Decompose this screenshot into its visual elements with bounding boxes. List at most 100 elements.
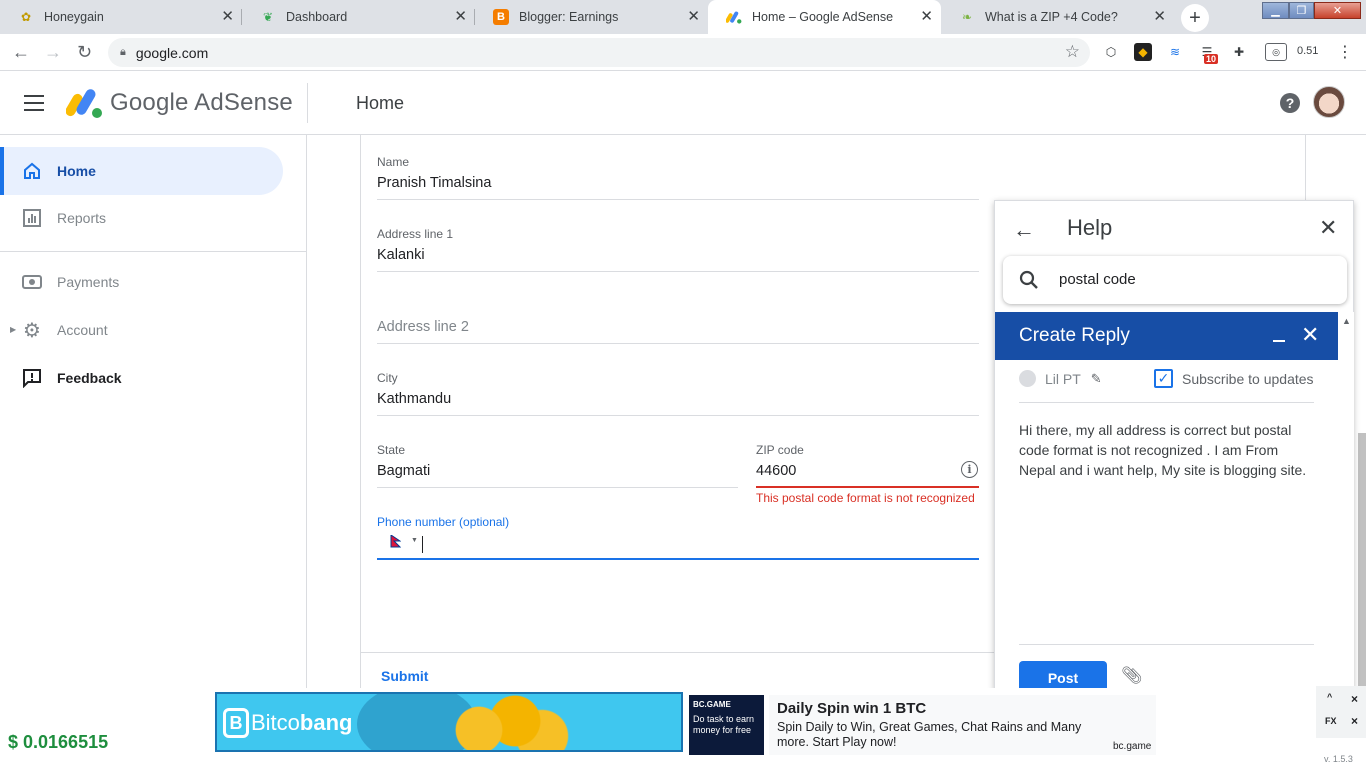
field-label: ZIP code [756, 443, 804, 457]
minimize-icon[interactable] [1273, 340, 1285, 342]
close-tab-icon[interactable]: ✕ [221, 9, 234, 25]
honeygain-extension-icon[interactable]: ◆ [1134, 43, 1152, 61]
menu-icon[interactable] [24, 95, 44, 111]
sidebar-item-label: Account [57, 322, 108, 338]
bitcobang-banner-ad[interactable]: B Bitcobang [215, 692, 683, 752]
tab-dashboard[interactable]: ❦ Dashboard ✕ [242, 0, 475, 34]
close-tab-icon[interactable]: ✕ [920, 9, 933, 25]
sidebar-item-label: Reports [57, 210, 107, 226]
tab-zip-code[interactable]: ❧ What is a ZIP +4 Code? ✕ [941, 0, 1174, 34]
state-field[interactable]: State Bagmati [377, 443, 738, 488]
submit-button[interactable]: Submit [381, 668, 428, 684]
reload-icon[interactable]: ↻ [77, 42, 92, 62]
ad-collapse-button[interactable]: ^ [1327, 692, 1332, 702]
pencil-icon[interactable]: ✎ [1091, 371, 1102, 387]
extension-badge: 10 [1204, 54, 1219, 64]
page-scrollbar[interactable] [1358, 433, 1366, 688]
nepal-flag-icon[interactable] [390, 535, 401, 548]
info-icon[interactable]: i [961, 461, 978, 478]
adsense-icon [726, 9, 742, 25]
wallet-extension-icon[interactable]: ◎ [1265, 43, 1287, 61]
ad-bar: $ 0.0166515 B Bitcobang BC.GAME Do task … [0, 688, 1366, 768]
page-title: Home [356, 93, 405, 113]
puzzle-extension-icon[interactable]: ✚ [1230, 43, 1248, 61]
banner-brand: Bitcobang [251, 710, 353, 735]
address-line1-field[interactable]: Address line 1 Kalanki [377, 227, 979, 272]
help-icon[interactable]: ? [1280, 93, 1300, 113]
more-menu-icon[interactable]: ⋮ [1336, 43, 1354, 61]
close-tab-icon[interactable]: ✕ [687, 9, 700, 25]
earnings-balance: $ 0.0166515 [8, 732, 109, 752]
bitcobang-logo-icon: B [223, 708, 249, 738]
create-reply-panel: Create Reply ✕ Lil PT ✎ ✓ Subscribe to u… [995, 312, 1338, 695]
close-icon[interactable]: ✕ [1301, 322, 1319, 348]
adsense-logo-icon [66, 89, 102, 118]
close-tab-icon[interactable]: ✕ [1153, 9, 1166, 25]
close-tab-icon[interactable]: ✕ [454, 9, 467, 25]
avatar[interactable] [1313, 86, 1345, 118]
subscribe-checkbox[interactable]: ✓ [1154, 369, 1173, 388]
user-name: Lil PT [1045, 370, 1081, 387]
back-arrow-icon[interactable]: ← [12, 42, 30, 62]
sidebar-item-payments[interactable]: Payments [0, 258, 283, 306]
new-tab-button[interactable]: + [1181, 4, 1209, 32]
ad-description: Spin Daily to Win, Great Games, Chat Rai… [777, 720, 1082, 749]
reply-textarea[interactable]: Hi there, my all address is correct but … [1019, 420, 1315, 480]
tab-title: Dashboard [286, 10, 348, 24]
sidebar-item-reports[interactable]: Reports [0, 194, 283, 242]
country-dropdown-icon[interactable]: ▼ [411, 537, 418, 544]
attachment-icon[interactable]: 📎︎ [1121, 666, 1143, 686]
reply-scrollbar[interactable]: ▲ [1338, 312, 1354, 691]
blogger-icon: B [493, 9, 509, 25]
ad-domain: bc.game [1113, 741, 1152, 752]
forward-arrow-icon[interactable]: → [44, 42, 62, 62]
sidebar: Home Reports Payments ▶ ⚙ Account Feedba… [0, 135, 307, 690]
extension-value: 0.51 [1297, 45, 1319, 57]
sidebar-item-account[interactable]: ▶ ⚙ Account [0, 306, 283, 354]
tab-title: What is a ZIP +4 Code? [985, 10, 1118, 24]
search-value: postal code [1059, 271, 1136, 288]
back-arrow-icon[interactable]: ← [1013, 217, 1035, 243]
expand-caret-icon[interactable]: ▶ [10, 325, 16, 334]
help-search-input[interactable]: postal code [1003, 256, 1347, 304]
ad-close-button[interactable]: × [1351, 692, 1358, 706]
help-title: Help [1067, 215, 1113, 240]
tab-adsense[interactable]: Home – Google AdSense ✕ [708, 0, 941, 34]
bcgame-text-ad[interactable]: Daily Spin win 1 BTC Spin Daily to Win, … [769, 695, 1156, 755]
ad-dismiss-button[interactable]: × [1351, 714, 1358, 728]
reply-user: Lil PT ✎ [1019, 370, 1102, 387]
ad-fx-button[interactable]: FX [1325, 716, 1337, 726]
dashboard-icon: ❦ [262, 10, 274, 24]
ad-image-brand: BC.GAME [693, 700, 731, 709]
address-line2-field[interactable]: Address line 2 [377, 299, 979, 344]
close-icon[interactable]: ✕ [1319, 215, 1337, 241]
tab-title: Blogger: Earnings [519, 10, 619, 24]
subscribe-label: Subscribe to updates [1182, 371, 1314, 387]
maximize-window-button[interactable]: ❐ [1289, 2, 1314, 19]
sidebar-item-feedback[interactable]: Feedback [0, 354, 283, 402]
bookmark-star-icon[interactable]: ☆ [1065, 42, 1080, 62]
reply-title: Create Reply [1019, 325, 1130, 346]
cube-extension-icon[interactable]: ⬡ [1102, 43, 1120, 61]
scroll-up-icon[interactable]: ▲ [1342, 316, 1351, 326]
field-placeholder: Address line 2 [377, 319, 469, 335]
city-field[interactable]: City Kathmandu [377, 371, 979, 416]
field-value: Kathmandu [377, 391, 452, 407]
minimize-window-button[interactable]: ▁ [1262, 2, 1289, 19]
ad-title: Daily Spin win 1 BTC [777, 700, 927, 717]
ad-image-text: Do task to earn money for free [693, 714, 755, 735]
name-field[interactable]: Name Pranish Timalsina [377, 155, 979, 200]
reports-icon [22, 208, 42, 228]
field-label: Phone number (optional) [377, 515, 510, 529]
zip-code-field[interactable]: ZIP code 44600 i [756, 443, 979, 488]
close-window-button[interactable]: ✕ [1314, 2, 1361, 19]
address-bar: ← → ↻ 🔒︎ google.com ☆ ⬡ ◆ ≋ ☰ 10 ✚ ◎ 0.5… [0, 34, 1366, 71]
url-input[interactable]: 🔒︎ google.com ☆ [108, 38, 1090, 67]
sidebar-item-home[interactable]: Home [0, 147, 283, 195]
help-panel: ← Help ✕ postal code Create Reply ✕ Lil … [994, 200, 1354, 695]
bcgame-ad-image[interactable]: BC.GAME Do task to earn money for free [689, 695, 764, 755]
tab-honeygain[interactable]: ✿ Honeygain ✕ [0, 0, 242, 34]
tab-blogger[interactable]: B Blogger: Earnings ✕ [475, 0, 708, 34]
layers-extension-icon[interactable]: ≋ [1166, 43, 1184, 61]
phone-field[interactable]: Phone number (optional) ▼ [377, 515, 979, 560]
